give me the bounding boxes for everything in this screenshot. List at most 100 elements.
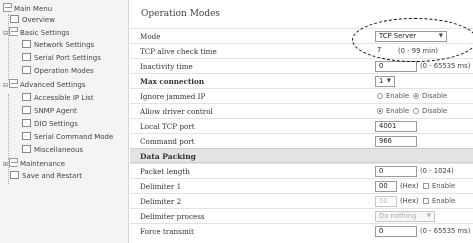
tree-item-serial-port-settings[interactable]: Serial Port Settings [22, 53, 101, 64]
delimiter1-enable-checkbox[interactable] [423, 183, 429, 189]
tree-item-snmp-agent[interactable]: SNMP Agent [22, 106, 77, 117]
packet-length-range: (0 - 1024) [420, 167, 454, 175]
page-icon [22, 53, 31, 61]
page-icon [10, 171, 19, 179]
delimiter-process-row: Delimiter process Do nothing ▼ [130, 208, 473, 223]
packet-length-input[interactable]: 0 [375, 166, 417, 177]
inactivity-label: Inactivity time [140, 62, 193, 71]
tree-item-operation-modes[interactable]: Operation Modes [22, 66, 94, 77]
local-tcp-row: Local TCP port 4001 [130, 118, 473, 133]
tree-item-save-and-restart[interactable]: Save and Restart [10, 171, 82, 182]
delimiter1-label: Delimiter 1 [140, 182, 182, 191]
chevron-down-icon: ▼ [426, 213, 431, 219]
delimiter1-unit: (Hex) [400, 182, 419, 190]
delimiter-process-select[interactable]: Do nothing ▼ [375, 211, 435, 222]
delimiter2-enable-label: Enable [432, 197, 456, 205]
delimiter2-unit: (Hex) [400, 197, 419, 205]
tcp-alive-label: TCP alive check time [140, 47, 217, 56]
data-packing-title: Data Packing [140, 152, 196, 161]
tree-item-accessible-ip-list[interactable]: Accessible IP List [22, 93, 94, 104]
allow-driver-disable-radio[interactable] [413, 108, 419, 114]
max-connection-value: 1 [379, 77, 384, 85]
delimiter2-enable-checkbox[interactable] [423, 198, 429, 204]
ignore-jammed-label: Ignore jammed IP [140, 92, 206, 101]
tree-item-main-menu[interactable]: Main Menu [3, 3, 52, 14]
main-panel: Operation Modes Mode TCP Server ▼ TCP ali… [130, 0, 473, 243]
folder-icon [9, 27, 18, 36]
page-icon [10, 15, 19, 23]
allow-driver-enable-radio[interactable] [377, 108, 383, 114]
tree-line [8, 94, 9, 184]
page-icon [22, 145, 31, 153]
tree-label: Serial Command Mode [34, 133, 114, 141]
delimiter1-input[interactable]: 00 [375, 181, 397, 192]
tree-line [8, 14, 9, 80]
tree-label: DIO Settings [34, 120, 78, 128]
page-icon [22, 106, 31, 114]
folder-icon [9, 158, 18, 167]
delimiter-process-value: Do nothing [379, 212, 417, 220]
delimiter2-input[interactable]: 00 [375, 196, 397, 207]
packet-length-label: Packet length [140, 167, 190, 176]
inactivity-range: (0 - 65535 ms) [420, 62, 471, 70]
page-icon [22, 66, 31, 74]
collapse-icon[interactable]: ⊟ [3, 28, 8, 39]
mode-label: Mode [140, 32, 161, 41]
tree-label: SNMP Agent [34, 107, 77, 115]
tree-label: Advanced Settings [20, 81, 86, 89]
tree-item-advanced-settings[interactable]: ⊟ Advanced Settings [3, 79, 86, 90]
tree-label: Main Menu [14, 5, 53, 13]
tree-label: Miscellaneous [34, 146, 84, 154]
folder-icon [3, 3, 12, 12]
tree-item-overview[interactable]: Overview [10, 15, 55, 26]
allow-driver-disable-label: Disable [422, 107, 448, 115]
ignore-jammed-enable-label: Enable [386, 92, 410, 100]
force-transmit-row: Force transmit 0 (0 - 65535 ms) [130, 223, 473, 238]
force-transmit-label: Force transmit [140, 227, 194, 236]
allow-driver-enable-label: Enable [386, 107, 410, 115]
delimiter1-row: Delimiter 1 00 (Hex) Enable [130, 178, 473, 193]
tree-label: Maintenance [20, 160, 66, 168]
max-connection-select[interactable]: 1 ▼ [375, 76, 395, 87]
local-tcp-label: Local TCP port [140, 122, 195, 131]
command-port-input[interactable]: 966 [375, 136, 417, 147]
page-title: Operation Modes [141, 9, 221, 19]
page-icon [22, 93, 31, 101]
tree-item-serial-command-mode[interactable]: Serial Command Mode [22, 132, 113, 143]
force-transmit-input[interactable]: 0 [375, 226, 417, 237]
chevron-down-icon: ▼ [386, 78, 391, 84]
tree-item-maintenance[interactable]: ⊞ Maintenance [3, 158, 65, 169]
max-connection-row: Max connection 1 ▼ [130, 73, 473, 88]
ignore-jammed-disable-radio[interactable] [413, 93, 419, 99]
tree-item-dio-settings[interactable]: DIO Settings [22, 119, 78, 130]
allow-driver-label: Allow driver control [140, 107, 213, 116]
delimiter1-enable-label: Enable [432, 182, 456, 190]
delimiter2-row: Delimiter 2 00 (Hex) Enable [130, 193, 473, 208]
max-connection-label: Max connection [140, 77, 205, 86]
page-icon [22, 119, 31, 127]
delimiter-process-label: Delimiter process [140, 212, 205, 221]
tree-label: Operation Modes [34, 67, 94, 75]
tree-item-basic-settings[interactable]: ⊟ Basic Settings [3, 27, 69, 38]
page-icon [22, 132, 31, 140]
ignore-jammed-disable-label: Disable [422, 92, 448, 100]
page-icon [22, 40, 31, 48]
force-transmit-range: (0 - 65535 ms) [420, 227, 471, 235]
sidebar-nav: Main Menu Overview ⊟ Basic Settings Netwo… [0, 0, 129, 243]
collapse-icon[interactable]: ⊟ [3, 80, 8, 91]
ignore-jammed-enable-radio[interactable] [377, 93, 383, 99]
tree-label: Basic Settings [20, 29, 70, 37]
folder-icon [9, 79, 18, 88]
allow-driver-row: Allow driver control Enable Disable [130, 103, 473, 118]
tree-item-network-settings[interactable]: Network Settings [22, 40, 94, 51]
tree-item-miscellaneous[interactable]: Miscellaneous [22, 145, 83, 156]
inactivity-input[interactable]: 0 [375, 61, 417, 72]
delimiter2-label: Delimiter 2 [140, 197, 182, 206]
highlight-ellipse [352, 18, 473, 62]
tree-label: Serial Port Settings [34, 54, 101, 62]
command-port-row: Command port 966 [130, 133, 473, 148]
tree-label: Save and Restart [22, 172, 82, 180]
command-port-label: Command port [140, 137, 195, 146]
expand-icon[interactable]: ⊞ [3, 159, 8, 170]
local-tcp-input[interactable]: 4001 [375, 121, 417, 132]
